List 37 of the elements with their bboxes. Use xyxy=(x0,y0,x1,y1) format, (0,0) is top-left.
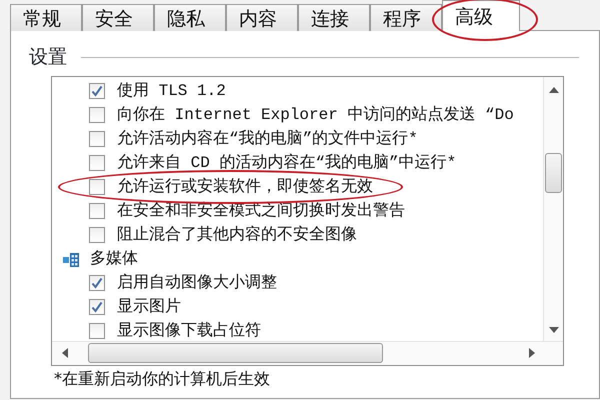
checkbox[interactable] xyxy=(89,226,105,242)
tab[interactable]: 连接 xyxy=(298,4,370,31)
option-label: 使用 TLS 1.2 xyxy=(117,80,226,102)
scroll-left-icon[interactable] xyxy=(62,348,68,358)
scroll-up-icon[interactable] xyxy=(548,86,558,92)
option-label: 允许运行或安装软件，即使签名无效 xyxy=(117,176,373,198)
option-label: 启用自动图像大小调整 xyxy=(117,272,277,294)
scroll-down-icon[interactable] xyxy=(548,326,558,332)
option-label: 显示图像下载占位符 xyxy=(117,320,261,340)
option-label: 允许来自 CD 的活动内容在“我的电脑”中运行* xyxy=(117,152,456,174)
scrollbar-thumb[interactable] xyxy=(88,343,383,363)
checkbox[interactable] xyxy=(89,298,105,314)
group-title: 设置 xyxy=(29,45,67,70)
checkbox[interactable] xyxy=(89,202,105,218)
option-label: 允许活动内容在“我的电脑”的文件中运行* xyxy=(117,128,418,150)
tab[interactable]: 程序 xyxy=(370,4,442,31)
category-label: 多媒体 xyxy=(90,248,138,270)
option-label: 显示图片 xyxy=(117,296,181,318)
tab[interactable]: 安全 xyxy=(82,4,154,31)
checkbox[interactable] xyxy=(89,154,105,170)
checkbox[interactable] xyxy=(89,274,105,290)
horizontal-scrollbar[interactable] xyxy=(52,340,563,364)
checkbox[interactable] xyxy=(89,322,105,338)
footnote: *在重新启动你的计算机后生效 xyxy=(54,368,271,388)
scrollbar-thumb[interactable] xyxy=(545,152,562,192)
option-label: 向你在 Internet Explorer 中访问的站点发送 “Do xyxy=(117,104,514,126)
checkbox[interactable] xyxy=(89,82,105,98)
tab[interactable]: 常规 xyxy=(10,4,82,31)
scroll-right-icon[interactable] xyxy=(529,348,535,358)
tab[interactable]: 内容 xyxy=(226,4,298,31)
tab[interactable]: 高级 xyxy=(442,0,520,31)
checkbox[interactable] xyxy=(89,106,105,122)
option-label: 阻止混合了其他内容的不安全图像 xyxy=(117,224,357,246)
checkbox[interactable] xyxy=(89,178,105,194)
checkbox[interactable] xyxy=(89,130,105,146)
vertical-scrollbar[interactable] xyxy=(543,76,563,340)
tab[interactable]: 隐私 xyxy=(154,4,226,31)
